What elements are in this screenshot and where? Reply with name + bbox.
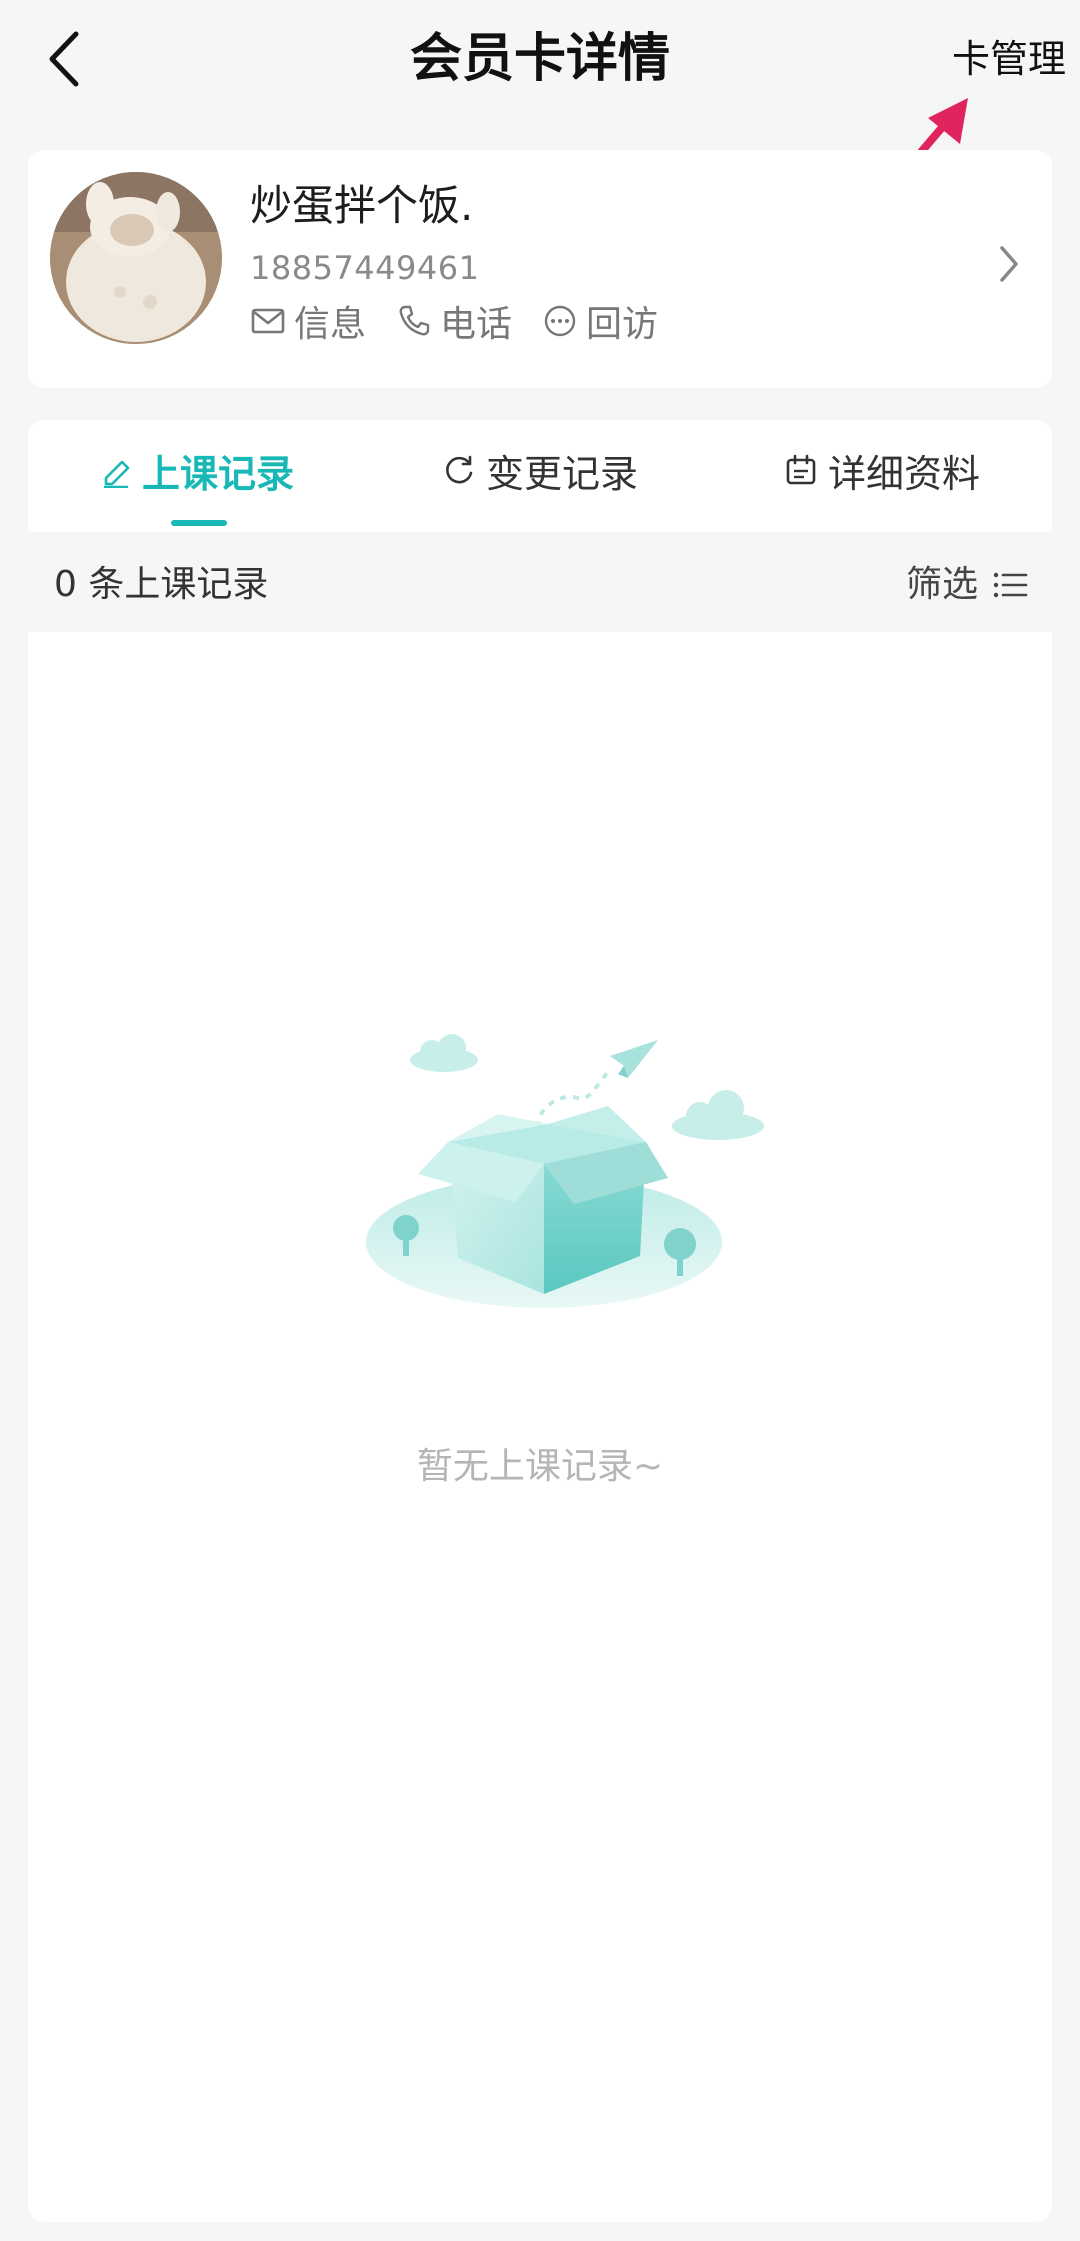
phone-icon <box>399 305 430 336</box>
member-name: 炒蛋拌个饭. <box>250 181 474 230</box>
filter-label: 筛选 <box>905 564 978 605</box>
tab-class-records-label: 上课记录 <box>142 451 295 496</box>
avatar-image <box>50 172 222 344</box>
call-action-label: 电话 <box>440 304 513 345</box>
contact-actions: 信息 电话 回访 <box>250 296 658 346</box>
avatar <box>50 172 222 344</box>
filter-button[interactable]: 筛选 <box>906 560 1028 610</box>
chevron-right-icon <box>1000 246 1018 282</box>
chat-icon <box>544 305 576 337</box>
pencil-icon <box>104 460 130 488</box>
card-manage-button[interactable]: 卡管理 <box>952 30 1066 88</box>
tab-bar: 上课记录 变更记录 详细资料 <box>28 420 1052 532</box>
tab-change-records[interactable]: 变更记录 <box>442 438 638 502</box>
revisit-action[interactable]: 回访 <box>542 296 658 346</box>
records-list: 暂无上课记录~ <box>28 632 1052 2222</box>
tab-details-label: 详细资料 <box>828 451 981 496</box>
refresh-icon <box>446 455 473 484</box>
message-action[interactable]: 信息 <box>250 296 366 346</box>
page-title: 会员卡详情 <box>409 29 670 89</box>
member-phone: 18857449461 <box>250 249 480 287</box>
message-action-label: 信息 <box>294 304 367 345</box>
empty-box-illustration <box>366 1034 764 1308</box>
mail-icon <box>251 308 285 334</box>
revisit-action-label: 回访 <box>586 304 659 345</box>
record-count: 0 条上课记录 <box>54 564 269 605</box>
calendar-icon <box>786 454 816 485</box>
tab-change-records-label: 变更记录 <box>486 451 639 496</box>
tab-class-records[interactable]: 上课记录 <box>100 438 294 502</box>
call-action[interactable]: 电话 <box>396 296 512 346</box>
empty-state-text: 暂无上课记录~ <box>416 1446 664 1487</box>
filter-list-icon <box>993 572 1028 598</box>
tab-details[interactable]: 详细资料 <box>784 438 980 502</box>
member-profile-card[interactable]: 炒蛋拌个饭. 18857449461 信息 电话 回访 <box>28 150 1052 388</box>
active-tab-indicator <box>171 520 227 526</box>
